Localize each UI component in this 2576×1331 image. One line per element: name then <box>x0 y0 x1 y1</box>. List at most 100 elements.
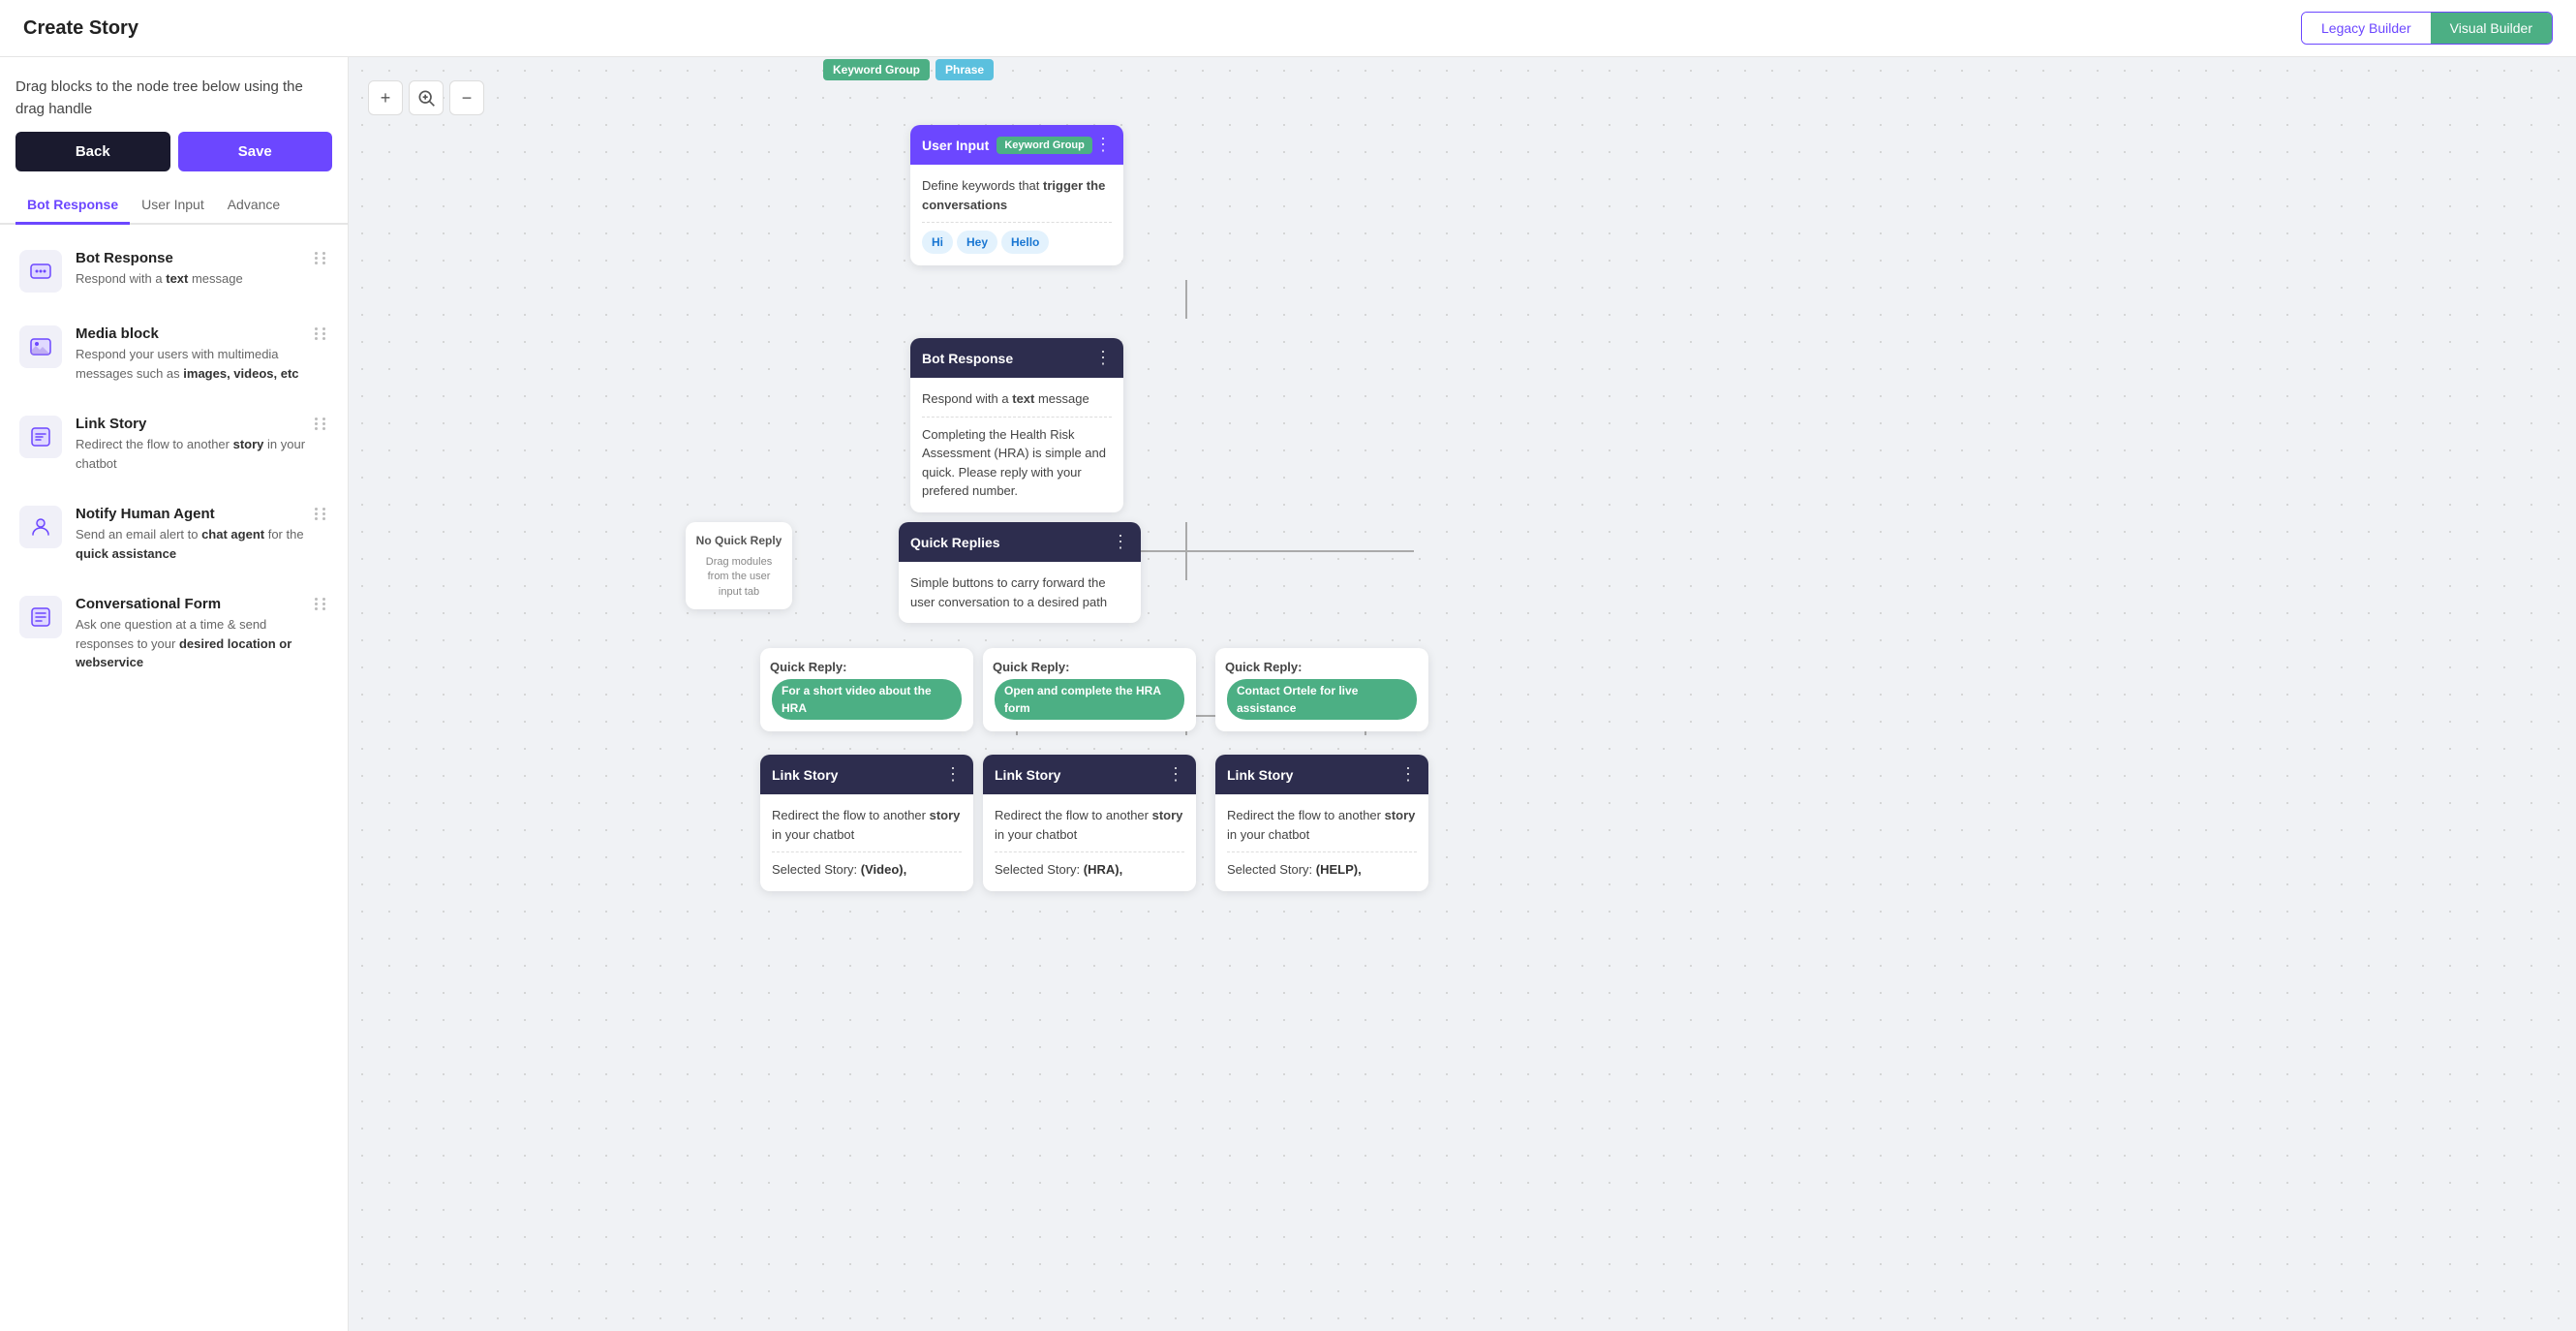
tab-bot-response[interactable]: Bot Response <box>15 187 130 225</box>
header: Create Story Legacy Builder Visual Build… <box>0 0 2576 57</box>
media-name: Media block <box>76 325 315 342</box>
node-user-input[interactable]: User Input Keyword Group ⋮ Define keywor… <box>910 125 1123 265</box>
notify-human-drag-handle[interactable] <box>315 506 328 520</box>
notify-human-icon <box>19 506 62 548</box>
canvas-controls: + − <box>368 80 484 115</box>
bot-response-title: Bot Response <box>922 351 1013 366</box>
quick-replies-header: Quick Replies ⋮ <box>899 522 1141 562</box>
link1-title: Link Story <box>772 767 838 783</box>
link2-body: Redirect the flow to another story in yo… <box>983 794 1196 891</box>
link3-more[interactable]: ⋮ <box>1399 764 1417 785</box>
bot-response-drag-handle[interactable] <box>315 250 328 264</box>
link1-body: Redirect the flow to another story in yo… <box>760 794 973 891</box>
save-button[interactable]: Save <box>178 132 333 171</box>
tab-advance[interactable]: Advance <box>216 187 291 225</box>
link-story-text: Link Story Redirect the flow to another … <box>76 416 315 473</box>
block-item-conv-form[interactable]: Conversational Form Ask one question at … <box>8 582 340 686</box>
canvas[interactable]: + − <box>349 57 2576 1331</box>
canvas-zoom-out-btn[interactable]: − <box>449 80 484 115</box>
conv-form-icon <box>19 596 62 638</box>
main-layout: Drag blocks to the node tree below using… <box>0 57 2576 1331</box>
app-container: Create Story Legacy Builder Visual Build… <box>0 0 2576 1331</box>
media-text: Media block Respond your users with mult… <box>76 325 315 383</box>
node-bot-response[interactable]: Bot Response ⋮ Respond with a text messa… <box>910 338 1123 512</box>
quick-replies-more[interactable]: ⋮ <box>1112 532 1129 552</box>
bot-response-more[interactable]: ⋮ <box>1094 348 1112 368</box>
qr3-chip: Contact Ortele for live assistance <box>1227 679 1417 720</box>
link2-desc: Redirect the flow to another story in yo… <box>995 806 1184 844</box>
block-item-bot-response[interactable]: Bot Response Respond with a text message <box>8 236 340 306</box>
quick-replies-body: Simple buttons to carry forward the user… <box>899 562 1141 623</box>
link2-more[interactable]: ⋮ <box>1167 764 1184 785</box>
link2-header: Link Story ⋮ <box>983 755 1196 794</box>
sidebar: Drag blocks to the node tree below using… <box>0 57 349 1331</box>
link2-selected: Selected Story: (HRA), <box>995 860 1184 880</box>
qr3-label: Quick Reply: <box>1225 660 1302 674</box>
link3-body: Redirect the flow to another story in yo… <box>1215 794 1428 891</box>
tab-user-input[interactable]: User Input <box>130 187 216 225</box>
conv-form-desc: Ask one question at a time & send respon… <box>76 615 315 672</box>
sidebar-tabs: Bot Response User Input Advance <box>0 187 348 225</box>
link1-header: Link Story ⋮ <box>760 755 973 794</box>
link3-selected: Selected Story: (HELP), <box>1227 860 1417 880</box>
link2-title: Link Story <box>995 767 1060 783</box>
conv-form-drag-handle[interactable] <box>315 596 328 610</box>
user-input-body: Define keywords that trigger the convers… <box>910 165 1123 265</box>
visual-builder-btn[interactable]: Visual Builder <box>2431 13 2552 44</box>
keyword-group-badge-node: Keyword Group <box>997 137 1092 154</box>
sidebar-instruction: Drag blocks to the node tree below using… <box>0 57 348 132</box>
bot-response-header: Bot Response ⋮ <box>910 338 1123 378</box>
link1-selected: Selected Story: (Video), <box>772 860 962 880</box>
tag-hey: Hey <box>957 231 997 254</box>
media-desc: Respond your users with multimedia messa… <box>76 345 315 383</box>
tag-hello: Hello <box>1001 231 1049 254</box>
media-drag-handle[interactable] <box>315 325 328 340</box>
block-item-media[interactable]: Media block Respond your users with mult… <box>8 312 340 396</box>
media-icon <box>19 325 62 368</box>
node-quick-reply-1[interactable]: Quick Reply: For a short video about the… <box>760 648 973 731</box>
no-quick-desc: Drag modules from the user input tab <box>695 555 782 600</box>
keyword-tags: Hi Hey Hello <box>922 231 1112 254</box>
qr2-label: Quick Reply: <box>993 660 1069 674</box>
page-title: Create Story <box>23 17 138 40</box>
quick-replies-title: Quick Replies <box>910 535 1000 550</box>
block-list: Bot Response Respond with a text message <box>0 225 348 1331</box>
block-item-notify-human[interactable]: Notify Human Agent Send an email alert t… <box>8 492 340 576</box>
notify-human-text: Notify Human Agent Send an email alert t… <box>76 506 315 563</box>
notify-human-name: Notify Human Agent <box>76 506 315 522</box>
block-item-link-story[interactable]: Link Story Redirect the flow to another … <box>8 402 340 486</box>
link3-header: Link Story ⋮ <box>1215 755 1428 794</box>
bot-response-icon <box>19 250 62 293</box>
conv-form-name: Conversational Form <box>76 596 315 612</box>
link3-title: Link Story <box>1227 767 1293 783</box>
node-link-story-1[interactable]: Link Story ⋮ Redirect the flow to anothe… <box>760 755 973 891</box>
bot-response-body: Respond with a text message Completing t… <box>910 378 1123 512</box>
back-button[interactable]: Back <box>15 132 170 171</box>
qr2-chip: Open and complete the HRA form <box>995 679 1184 720</box>
user-input-more[interactable]: ⋮ <box>1094 135 1112 155</box>
node-link-story-2[interactable]: Link Story ⋮ Redirect the flow to anothe… <box>983 755 1196 891</box>
node-quick-replies[interactable]: Quick Replies ⋮ Simple buttons to carry … <box>899 522 1141 623</box>
link3-desc: Redirect the flow to another story in yo… <box>1227 806 1417 844</box>
legacy-builder-btn[interactable]: Legacy Builder <box>2302 13 2431 44</box>
no-quick-title: No Quick Reply <box>695 532 782 549</box>
node-quick-reply-3[interactable]: Quick Reply: Contact Ortele for live ass… <box>1215 648 1428 731</box>
link-story-icon <box>19 416 62 458</box>
bot-response-desc: Respond with a text message <box>922 389 1112 409</box>
canvas-zoom-in-btn[interactable] <box>409 80 444 115</box>
user-input-desc: Define keywords that trigger the convers… <box>922 176 1112 214</box>
link1-more[interactable]: ⋮ <box>944 764 962 785</box>
link-story-drag-handle[interactable] <box>315 416 328 430</box>
canvas-add-btn[interactable]: + <box>368 80 403 115</box>
conv-form-text: Conversational Form Ask one question at … <box>76 596 315 672</box>
node-quick-reply-2[interactable]: Quick Reply: Open and complete the HRA f… <box>983 648 1196 731</box>
notify-human-desc: Send an email alert to chat agent for th… <box>76 525 315 563</box>
link-story-name: Link Story <box>76 416 315 432</box>
bot-response-text: Bot Response Respond with a text message <box>76 250 315 289</box>
node-no-quick-reply[interactable]: No Quick Reply Drag modules from the use… <box>686 522 792 609</box>
bot-response-content: Completing the Health Risk Assessment (H… <box>922 425 1112 501</box>
node-link-story-3[interactable]: Link Story ⋮ Redirect the flow to anothe… <box>1215 755 1428 891</box>
qr3-body: Quick Reply: Contact Ortele for live ass… <box>1215 648 1428 731</box>
qr1-body: Quick Reply: For a short video about the… <box>760 648 973 731</box>
canvas-connectors <box>349 57 2576 1331</box>
